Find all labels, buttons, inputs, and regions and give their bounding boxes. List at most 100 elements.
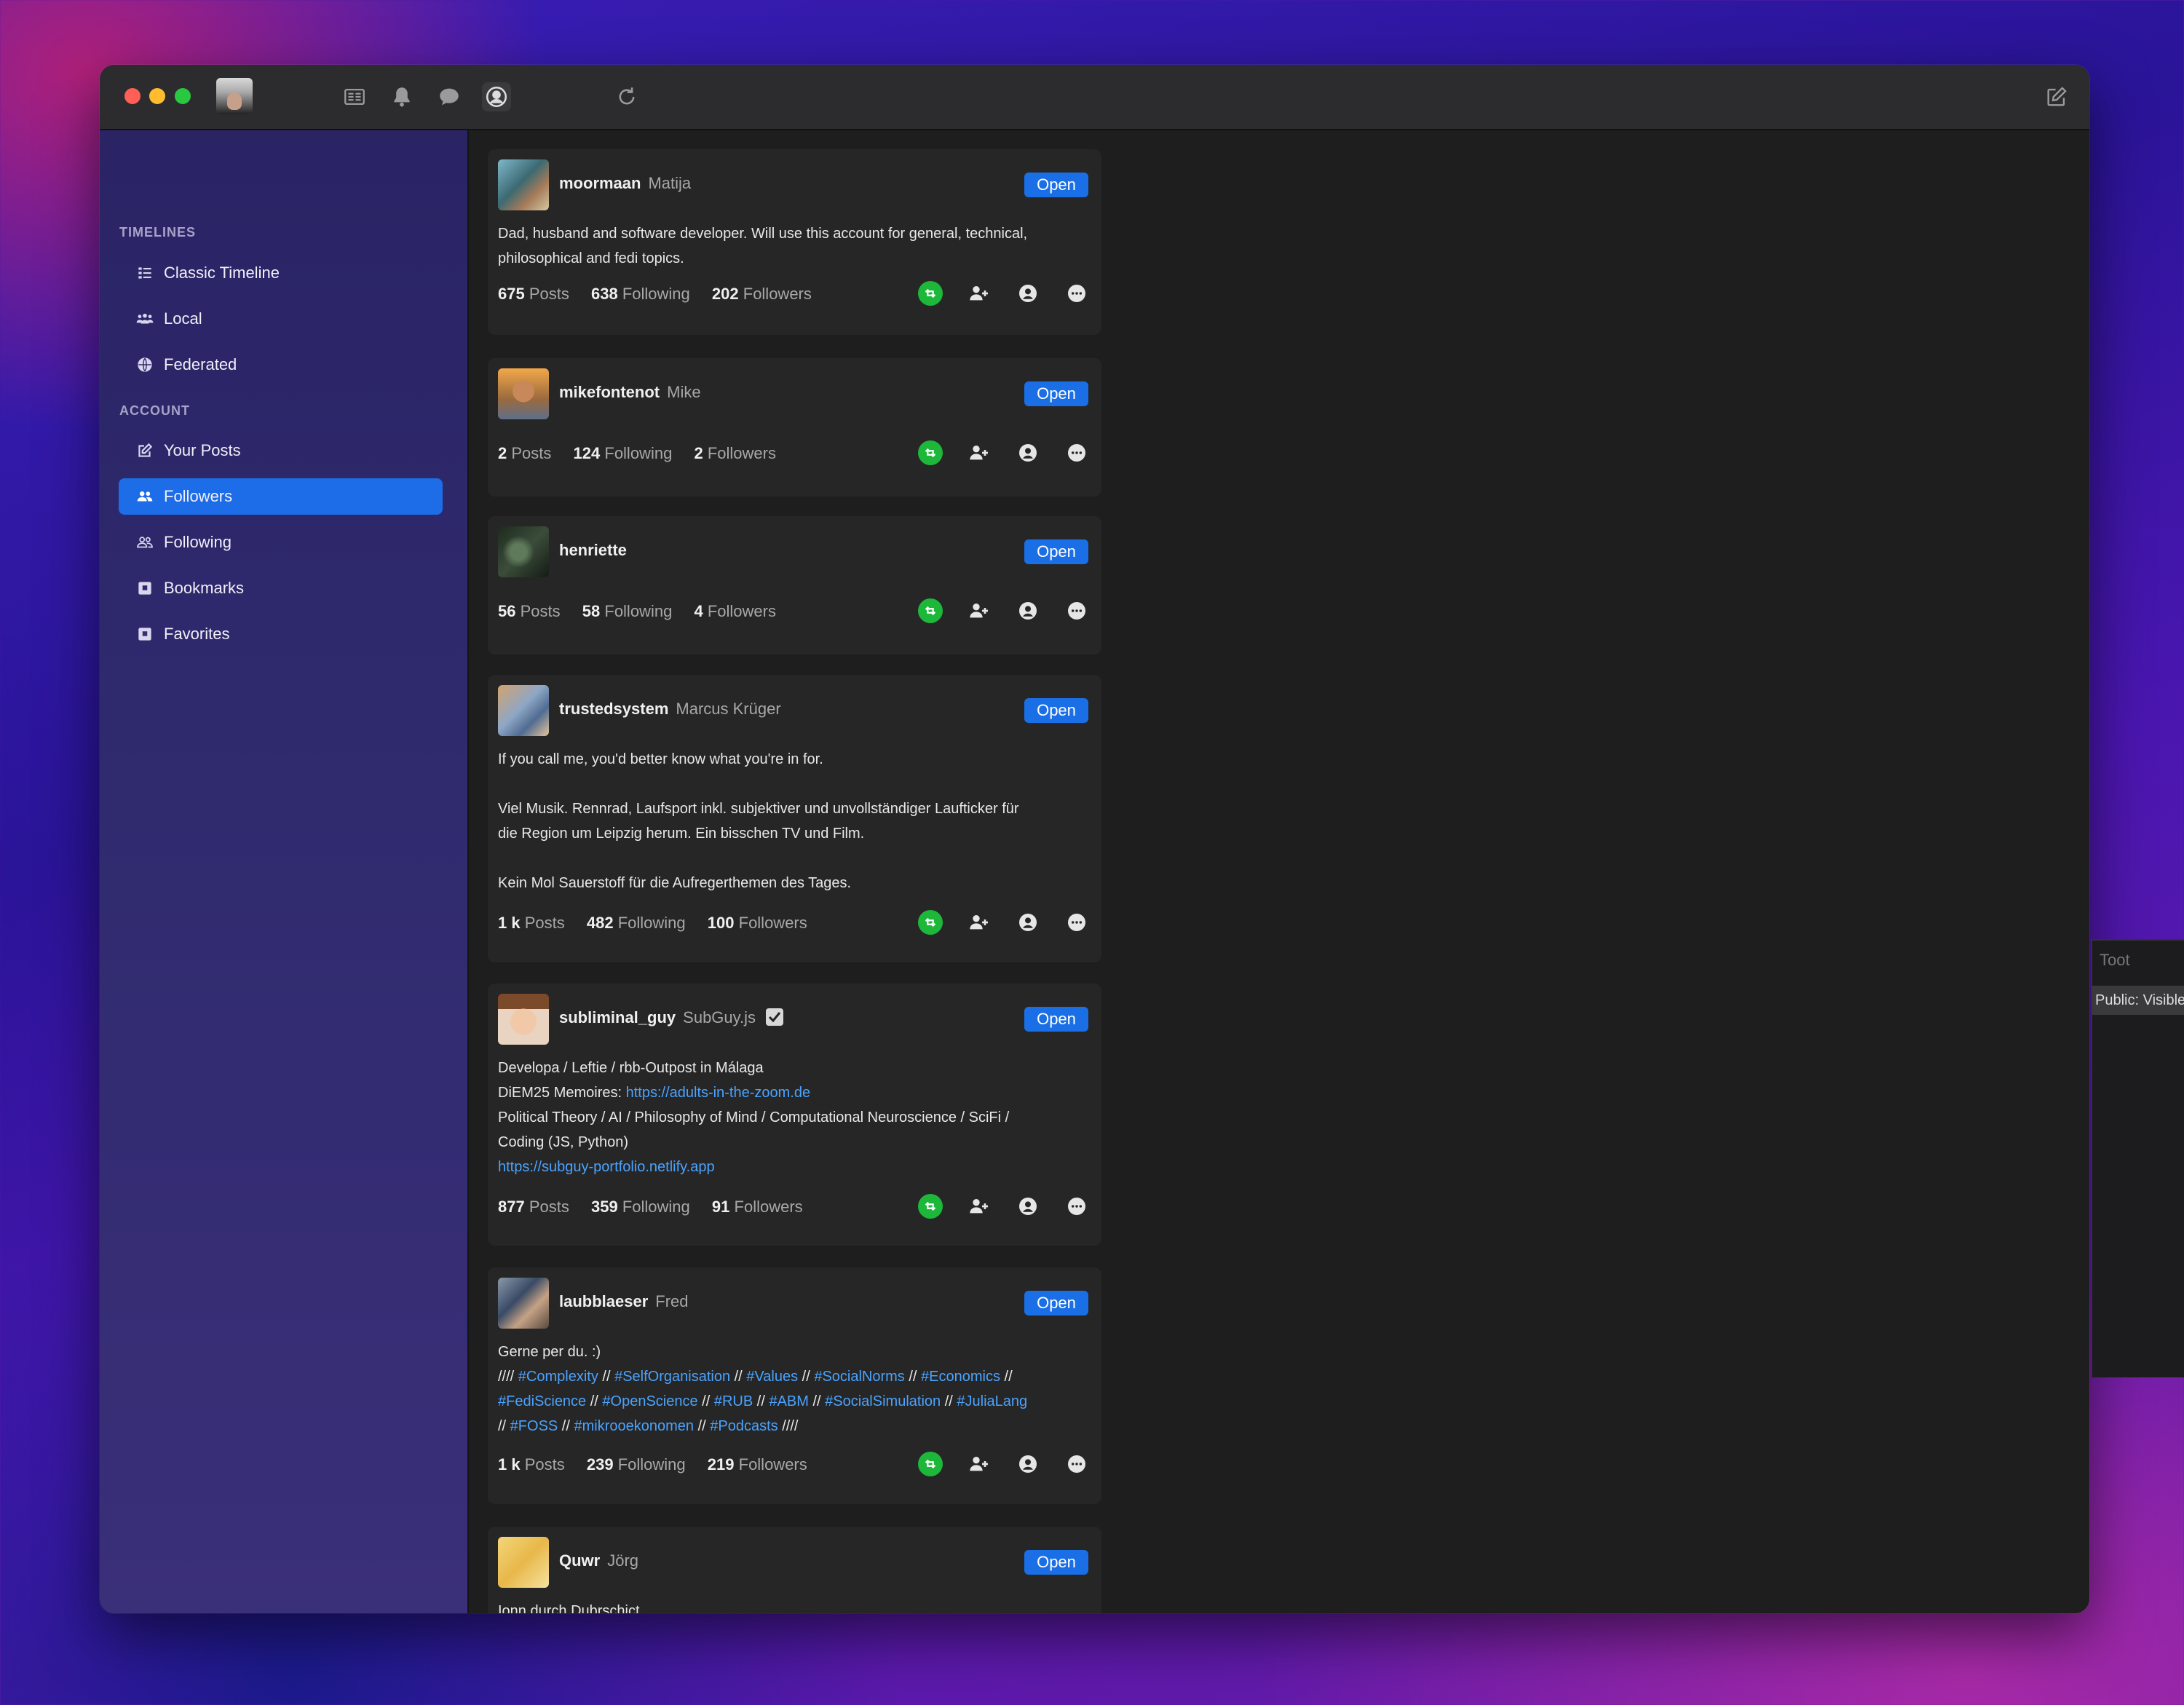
bio: Gerne per du. :) //// #Complexity // #Se… bbox=[498, 1340, 1088, 1439]
display-name: Mike bbox=[667, 383, 701, 401]
hashtag-link[interactable]: #OpenScience bbox=[602, 1393, 697, 1409]
hashtag-link[interactable]: #SocialSimulation bbox=[825, 1393, 941, 1409]
hashtag-link[interactable]: #JuliaLang bbox=[957, 1393, 1027, 1409]
bio-line: Coding (JS, Python) bbox=[498, 1134, 628, 1150]
open-button[interactable]: Open bbox=[1024, 698, 1088, 723]
stats: 56 Posts 58 Following 4 Followers bbox=[498, 602, 794, 621]
username[interactable]: laubblaeser bbox=[559, 1292, 648, 1310]
follow-user-icon[interactable] bbox=[965, 1449, 994, 1479]
follow-user-icon[interactable] bbox=[965, 438, 994, 467]
hashtag-link[interactable]: #Values bbox=[746, 1369, 798, 1385]
sidebar-item-following[interactable]: Following bbox=[119, 524, 443, 561]
more-options-icon[interactable] bbox=[1062, 596, 1091, 625]
close-window-button[interactable] bbox=[124, 88, 141, 104]
avatar[interactable] bbox=[498, 994, 549, 1045]
visibility-select[interactable]: Public: Visible to all bbox=[2092, 986, 2184, 1015]
boost-button[interactable] bbox=[916, 908, 945, 937]
follow-user-icon[interactable] bbox=[965, 279, 994, 308]
username[interactable]: trustedsystem bbox=[559, 700, 668, 718]
hashtag-link[interactable]: #Podcasts bbox=[710, 1418, 778, 1434]
username[interactable]: henriette bbox=[559, 541, 627, 559]
following-count: 638 bbox=[591, 285, 618, 303]
avatar[interactable] bbox=[498, 1537, 549, 1588]
username[interactable]: Quwr bbox=[559, 1551, 600, 1570]
compose-icon[interactable] bbox=[2042, 82, 2071, 111]
profile-icon[interactable] bbox=[1013, 1192, 1042, 1221]
open-button[interactable]: Open bbox=[1024, 381, 1088, 406]
hashtag-link[interactable]: #FediScience bbox=[498, 1393, 586, 1409]
avatar[interactable] bbox=[498, 526, 549, 577]
bio-link[interactable]: https://subguy-portfolio.netlify.app bbox=[498, 1159, 715, 1175]
more-options-icon[interactable] bbox=[1062, 1449, 1091, 1479]
boost-button[interactable] bbox=[916, 438, 945, 467]
timeline-icon[interactable] bbox=[340, 82, 369, 111]
username[interactable]: moormaan bbox=[559, 174, 641, 192]
hashtag-link[interactable]: #mikrooekonomen bbox=[574, 1418, 694, 1434]
avatar[interactable] bbox=[498, 159, 549, 210]
avatar[interactable] bbox=[498, 368, 549, 419]
more-options-icon[interactable] bbox=[1062, 908, 1091, 937]
boost-button[interactable] bbox=[916, 1192, 945, 1221]
open-button[interactable]: Open bbox=[1024, 1291, 1088, 1316]
sidebar-item-label: Favorites bbox=[164, 625, 230, 643]
hashtag-link[interactable]: #Economics bbox=[921, 1369, 1000, 1385]
sidebar-item-label: Bookmarks bbox=[164, 579, 245, 597]
open-button[interactable]: Open bbox=[1024, 1007, 1088, 1032]
account-avatar[interactable] bbox=[216, 78, 253, 114]
sidebar-item-your-posts[interactable]: Your Posts bbox=[119, 432, 443, 469]
username[interactable]: mikefontenot bbox=[559, 383, 660, 401]
username[interactable]: subliminal_guy bbox=[559, 1008, 676, 1026]
open-button[interactable]: Open bbox=[1024, 173, 1088, 197]
chat-bubble-icon[interactable] bbox=[435, 82, 464, 111]
avatar[interactable] bbox=[498, 685, 549, 736]
more-options-icon[interactable] bbox=[1062, 438, 1091, 467]
more-options-icon[interactable] bbox=[1062, 279, 1091, 308]
stats: 2 Posts 124 Following 2 Followers bbox=[498, 444, 794, 463]
follower-card: laubblaeser Fred Open Gerne per du. :) //… bbox=[488, 1267, 1101, 1504]
sidebar-item-classic-timeline[interactable]: Classic Timeline bbox=[119, 255, 443, 291]
follow-user-icon[interactable] bbox=[965, 1192, 994, 1221]
posts-label: Posts bbox=[511, 444, 552, 462]
bio-line: If you call me, you'd better know what y… bbox=[498, 751, 823, 767]
follow-user-icon[interactable] bbox=[965, 908, 994, 937]
boost-button[interactable] bbox=[916, 279, 945, 308]
sidebar-item-federated[interactable]: Federated bbox=[119, 347, 443, 383]
sidebar-item-bookmarks[interactable]: Bookmarks bbox=[119, 570, 443, 606]
follow-user-icon[interactable] bbox=[965, 596, 994, 625]
profile-icon[interactable] bbox=[1013, 279, 1042, 308]
minimize-window-button[interactable] bbox=[149, 88, 165, 104]
hashtag-link[interactable]: #ABM bbox=[769, 1393, 808, 1409]
boost-button[interactable] bbox=[916, 596, 945, 625]
people-outline-icon bbox=[130, 533, 159, 552]
follower-card: subliminal_guy SubGuy.js Open Developa / … bbox=[488, 984, 1101, 1246]
profile-icon[interactable] bbox=[1013, 908, 1042, 937]
sidebar: TIMELINES Classic Timeline Local Federat… bbox=[100, 130, 469, 1613]
hashtag-link[interactable]: #SelfOrganisation bbox=[614, 1369, 730, 1385]
bio: Developa / Leftie / rbb-Outpost in Málag… bbox=[498, 1056, 1088, 1179]
following-label: Following bbox=[622, 285, 690, 303]
avatar[interactable] bbox=[498, 1278, 549, 1329]
follower-card: Quwr Jörg Open Ionn durch Dubrschict bbox=[488, 1527, 1101, 1613]
sidebar-item-local[interactable]: Local bbox=[119, 301, 443, 337]
account-circle-icon[interactable] bbox=[482, 82, 511, 111]
followers-label: Followers bbox=[734, 1198, 803, 1216]
sidebar-item-favorites[interactable]: Favorites bbox=[119, 616, 443, 652]
profile-icon[interactable] bbox=[1013, 596, 1042, 625]
following-label: Following bbox=[617, 914, 686, 932]
profile-icon[interactable] bbox=[1013, 1449, 1042, 1479]
bell-icon[interactable] bbox=[387, 82, 416, 111]
follower-card: henriette Open 56 Posts 58 Following 4 F… bbox=[488, 516, 1101, 654]
hashtag-link[interactable]: #RUB bbox=[714, 1393, 753, 1409]
hashtag-link[interactable]: #FOSS bbox=[510, 1418, 558, 1434]
zoom-window-button[interactable] bbox=[175, 88, 191, 104]
hashtag-link[interactable]: #SocialNorms bbox=[814, 1369, 904, 1385]
hashtag-link[interactable]: #Complexity bbox=[518, 1369, 598, 1385]
more-options-icon[interactable] bbox=[1062, 1192, 1091, 1221]
open-button[interactable]: Open bbox=[1024, 539, 1088, 564]
bio-link[interactable]: https://adults-in-the-zoom.de bbox=[626, 1085, 810, 1101]
refresh-icon[interactable] bbox=[612, 82, 641, 111]
profile-icon[interactable] bbox=[1013, 438, 1042, 467]
boost-button[interactable] bbox=[916, 1449, 945, 1479]
open-button[interactable]: Open bbox=[1024, 1550, 1088, 1575]
sidebar-item-followers[interactable]: Followers bbox=[119, 478, 443, 515]
